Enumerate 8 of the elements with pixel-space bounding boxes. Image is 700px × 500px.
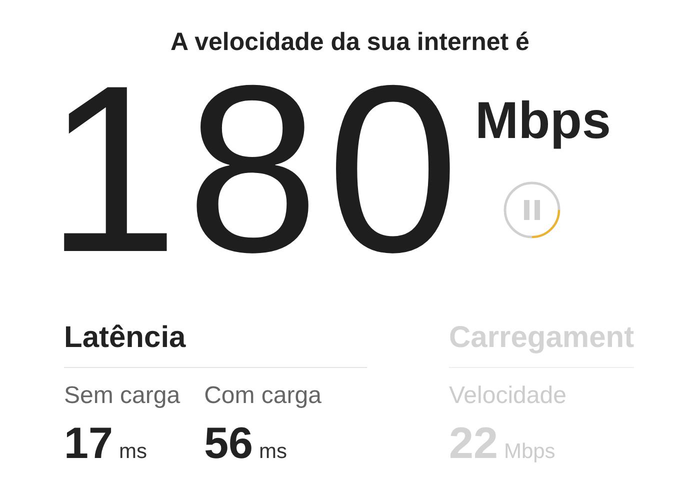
metric-label: Com carga — [204, 381, 322, 411]
metric-value: 56 — [204, 422, 254, 466]
metric-label: Sem carga — [64, 381, 180, 411]
metric-value: 17 — [64, 422, 113, 466]
speed-unit: Mbps — [475, 95, 611, 147]
section-heading: Latência — [64, 323, 367, 368]
metric-unit: ms — [259, 441, 288, 462]
metric-unit: ms — [118, 441, 147, 462]
